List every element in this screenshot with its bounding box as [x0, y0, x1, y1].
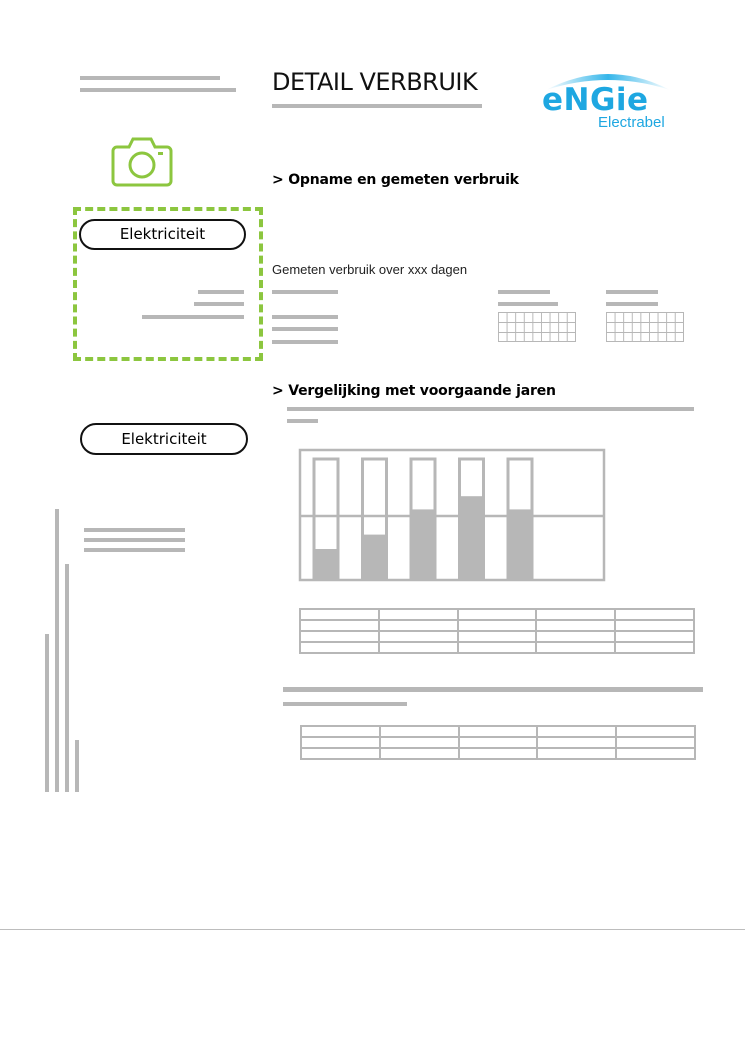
box-placeholder-line — [198, 290, 244, 294]
table-cell — [300, 736, 381, 749]
table-cell — [299, 630, 380, 643]
table-placeholder-line — [283, 702, 407, 706]
table-cell — [535, 641, 617, 654]
page-title: DETAIL VERBRUIK — [272, 68, 478, 96]
table-cell — [614, 619, 695, 632]
table-cell — [456, 608, 538, 621]
vertical-placeholder-bar — [55, 509, 59, 792]
title-underline — [272, 104, 482, 108]
table-cell — [536, 736, 618, 749]
table-cell — [300, 747, 381, 760]
logo-brand: eNGie — [542, 82, 649, 118]
table-cell — [378, 747, 460, 760]
table-row — [300, 725, 696, 738]
table-cell — [615, 725, 696, 738]
table-cell — [535, 630, 617, 643]
mini-grid — [498, 312, 576, 342]
grid-label-line — [606, 302, 658, 306]
side-placeholder-line — [84, 528, 185, 532]
electricity-pill[interactable]: Elektriciteit — [79, 219, 246, 250]
header-placeholder-line — [80, 88, 236, 92]
table-cell — [377, 619, 459, 632]
measure-placeholder-line — [272, 315, 338, 319]
table-cell — [456, 630, 538, 643]
chart-bar — [508, 509, 532, 579]
table-cell — [456, 641, 538, 654]
table-row — [299, 641, 695, 654]
table-cell — [377, 641, 459, 654]
table-cell — [457, 747, 539, 760]
table-cell — [535, 608, 617, 621]
side-placeholder-line — [84, 538, 185, 542]
table-row — [299, 630, 695, 643]
logo-subtitle: Electrabel — [598, 114, 665, 131]
side-placeholder-line — [84, 548, 185, 552]
table-placeholder-line — [283, 687, 703, 692]
measured-consumption-text: Gemeten verbruik over xxx dagen — [272, 262, 468, 277]
table-row — [300, 736, 696, 749]
table-cell — [378, 736, 460, 749]
table-cell — [299, 641, 380, 654]
secondary-table — [300, 725, 696, 760]
table-cell — [614, 608, 695, 621]
grid-label-line — [606, 290, 658, 294]
table-cell — [535, 619, 617, 632]
footer-divider — [0, 929, 745, 930]
measure-placeholder-line — [272, 340, 338, 344]
table-cell — [456, 619, 538, 632]
table-cell — [377, 608, 459, 621]
table-cell — [299, 608, 380, 621]
box-placeholder-line — [194, 302, 244, 306]
mini-grid — [606, 312, 684, 342]
box-placeholder-line — [142, 315, 244, 319]
camera-icon — [111, 137, 173, 187]
grid-label-line — [498, 302, 558, 306]
measure-placeholder-line — [272, 290, 338, 294]
table-cell — [536, 725, 618, 738]
table-cell — [615, 747, 696, 760]
chart-bar — [411, 509, 435, 579]
vertical-placeholder-bar — [75, 740, 79, 792]
table-cell — [615, 736, 696, 749]
table-row — [300, 747, 696, 760]
section-heading-comparison: > Vergelijking met voorgaande jaren — [272, 383, 556, 399]
header-placeholder-line — [80, 76, 220, 80]
comparison-chart — [298, 448, 606, 582]
vertical-placeholder-bar — [65, 564, 69, 792]
table-cell — [300, 725, 381, 738]
comparison-placeholder-line — [287, 419, 318, 423]
comparison-table — [299, 608, 695, 654]
table-cell — [536, 747, 618, 760]
table-row — [299, 608, 695, 621]
table-cell — [457, 725, 539, 738]
table-cell — [614, 641, 695, 654]
chart-bar — [314, 549, 338, 579]
table-cell — [377, 630, 459, 643]
electricity-pill-2[interactable]: Elektriciteit — [80, 423, 248, 455]
comparison-placeholder-line — [287, 407, 694, 411]
table-row — [299, 619, 695, 632]
measure-placeholder-line — [272, 327, 338, 331]
table-cell — [614, 630, 695, 643]
vertical-placeholder-bar — [45, 634, 49, 792]
section-heading-reading: > Opname en gemeten verbruik — [272, 172, 519, 188]
chart-bar — [459, 496, 484, 579]
chart-bar — [362, 534, 387, 579]
table-cell — [378, 725, 460, 738]
grid-label-line — [498, 290, 550, 294]
table-cell — [457, 736, 539, 749]
table-cell — [299, 619, 380, 632]
